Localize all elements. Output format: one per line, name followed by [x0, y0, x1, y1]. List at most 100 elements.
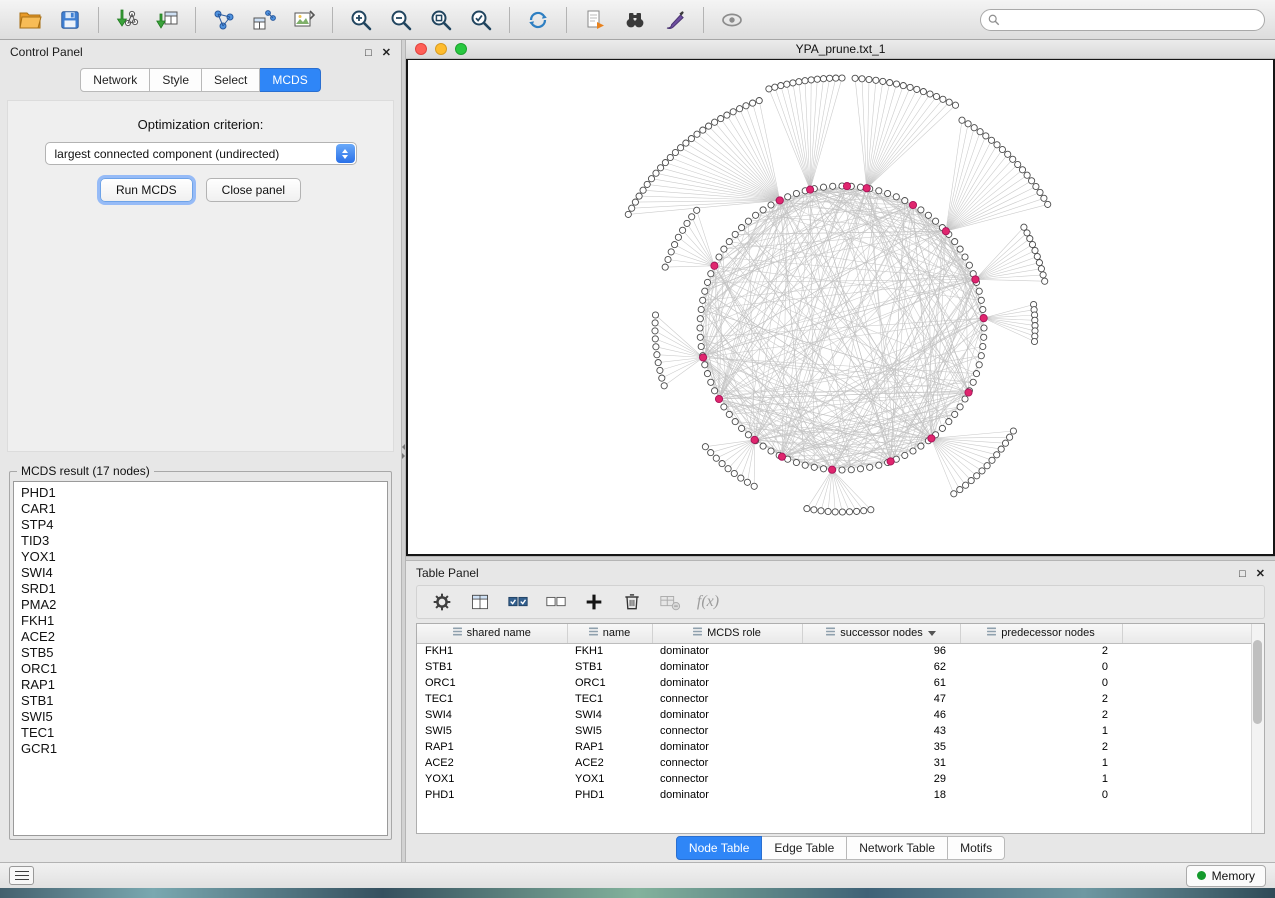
result-item[interactable]: STP4 — [21, 517, 380, 533]
table-row[interactable]: SWI5SWI5connector431 — [417, 723, 1264, 739]
cell: 46 — [802, 707, 960, 723]
float-table-panel-icon[interactable] — [1239, 567, 1246, 580]
table-row[interactable]: RAP1RAP1dominator352 — [417, 739, 1264, 755]
table-row[interactable]: ACE2ACE2connector311 — [417, 755, 1264, 771]
result-item[interactable]: STB5 — [21, 645, 380, 661]
zoom-in-icon[interactable] — [341, 4, 381, 36]
column-header-shared-name[interactable]: shared name — [417, 624, 567, 643]
result-item[interactable]: FKH1 — [21, 613, 380, 629]
node-table[interactable]: shared namename MCDS role successor nodes p… — [416, 623, 1265, 834]
optimization-label: Optimization criterion: — [8, 117, 393, 132]
tab-mcds[interactable]: MCDS — [260, 68, 320, 92]
result-item[interactable]: GCR1 — [21, 741, 380, 757]
cell: 43 — [802, 723, 960, 739]
find-icon[interactable] — [615, 4, 655, 36]
table-row[interactable]: STB1STB1dominator620 — [417, 659, 1264, 675]
result-item[interactable]: PMA2 — [21, 597, 380, 613]
new-network-icon[interactable] — [204, 4, 244, 36]
column-label: successor nodes — [840, 627, 923, 639]
cell: FKH1 — [417, 643, 567, 659]
run-mcds-button[interactable]: Run MCDS — [100, 178, 193, 202]
column-label: MCDS role — [707, 627, 761, 639]
column-header-name[interactable]: name — [567, 624, 652, 643]
toolbar-separator — [566, 7, 567, 33]
network-from-table-icon[interactable] — [244, 4, 284, 36]
result-item[interactable]: TID3 — [21, 533, 380, 549]
column-type-icon — [826, 627, 835, 639]
tab-style[interactable]: Style — [150, 68, 202, 92]
result-item[interactable]: ORC1 — [21, 661, 380, 677]
table-row[interactable]: TEC1TEC1connector472 — [417, 691, 1264, 707]
import-table-icon[interactable] — [147, 4, 187, 36]
result-item[interactable]: YOX1 — [21, 549, 380, 565]
apply-style-icon[interactable] — [655, 4, 695, 36]
table-row[interactable]: FKH1FKH1dominator962 — [417, 643, 1264, 659]
float-panel-icon[interactable] — [365, 46, 372, 59]
deselect-all-icon[interactable] — [539, 588, 573, 616]
close-table-panel-icon[interactable] — [1256, 567, 1265, 580]
column-header-successor-nodes[interactable]: successor nodes — [802, 624, 960, 643]
cell-filler — [1122, 659, 1264, 675]
result-item[interactable]: SWI4 — [21, 565, 380, 581]
import-network-icon[interactable] — [107, 4, 147, 36]
zoom-fit-icon[interactable] — [421, 4, 461, 36]
column-header-MCDS-role[interactable]: MCDS role — [652, 624, 802, 643]
table-row[interactable]: PHD1PHD1dominator180 — [417, 787, 1264, 803]
main-toolbar — [0, 0, 1275, 40]
close-window-icon[interactable] — [415, 43, 427, 55]
optimization-select[interactable]: largest connected component (undirected) — [45, 142, 357, 165]
column-header-predecessor-nodes[interactable]: predecessor nodes — [960, 624, 1122, 643]
gear-icon[interactable] — [425, 588, 459, 616]
network-graph[interactable] — [408, 60, 1273, 554]
search-input[interactable] — [980, 9, 1265, 31]
minimize-window-icon[interactable] — [435, 43, 447, 55]
table-toolbar: f(x) — [416, 585, 1265, 619]
zoom-out-icon[interactable] — [381, 4, 421, 36]
table-row[interactable]: YOX1YOX1connector291 — [417, 771, 1264, 787]
table-scrollbar[interactable] — [1251, 624, 1264, 833]
control-panel: Control Panel NetworkStyleSelectMCDS Opt… — [0, 40, 401, 862]
delete-column-icon[interactable] — [615, 588, 649, 616]
sort-desc-icon — [928, 631, 936, 636]
mcds-result-list[interactable]: PHD1CAR1STP4TID3YOX1SWI4SRD1PMA2FKH1ACE2… — [13, 481, 388, 836]
tab-node-table[interactable]: Node Table — [676, 836, 763, 860]
result-item[interactable]: STB1 — [21, 693, 380, 709]
save-session-icon[interactable] — [50, 4, 90, 36]
column-filler — [1122, 624, 1264, 643]
menu-icon[interactable] — [9, 866, 34, 885]
cytoscape-window: Control Panel NetworkStyleSelectMCDS Opt… — [0, 0, 1275, 888]
result-item[interactable]: CAR1 — [21, 501, 380, 517]
cell: 31 — [802, 755, 960, 771]
show-columns-icon[interactable] — [463, 588, 497, 616]
memory-button[interactable]: Memory — [1186, 865, 1266, 887]
refresh-layout-icon[interactable] — [518, 4, 558, 36]
result-item[interactable]: RAP1 — [21, 677, 380, 693]
desktop-background — [0, 888, 1275, 898]
close-panel-icon[interactable] — [382, 46, 391, 59]
tab-network[interactable]: Network — [80, 68, 150, 92]
result-item[interactable]: SRD1 — [21, 581, 380, 597]
network-canvas[interactable] — [406, 59, 1275, 556]
tab-edge-table[interactable]: Edge Table — [762, 836, 847, 860]
tab-network-table[interactable]: Network Table — [847, 836, 948, 860]
tab-select[interactable]: Select — [202, 68, 260, 92]
add-column-icon[interactable] — [577, 588, 611, 616]
result-item[interactable]: SWI5 — [21, 709, 380, 725]
result-item[interactable]: ACE2 — [21, 629, 380, 645]
select-all-icon[interactable] — [501, 588, 535, 616]
result-item[interactable]: PHD1 — [21, 485, 380, 501]
maximize-window-icon[interactable] — [455, 43, 467, 55]
export-document-icon[interactable] — [575, 4, 615, 36]
open-file-icon[interactable] — [10, 4, 50, 36]
table-row[interactable]: SWI4SWI4dominator462 — [417, 707, 1264, 723]
cell: TEC1 — [567, 691, 652, 707]
cell: RAP1 — [417, 739, 567, 755]
zoom-selected-icon[interactable] — [461, 4, 501, 36]
result-item[interactable]: TEC1 — [21, 725, 380, 741]
tab-motifs[interactable]: Motifs — [948, 836, 1005, 860]
close-panel-button[interactable]: Close panel — [206, 178, 301, 202]
export-image-icon[interactable] — [284, 4, 324, 36]
show-hide-icon[interactable] — [712, 4, 752, 36]
scrollbar-thumb[interactable] — [1253, 640, 1262, 724]
table-row[interactable]: ORC1ORC1dominator610 — [417, 675, 1264, 691]
